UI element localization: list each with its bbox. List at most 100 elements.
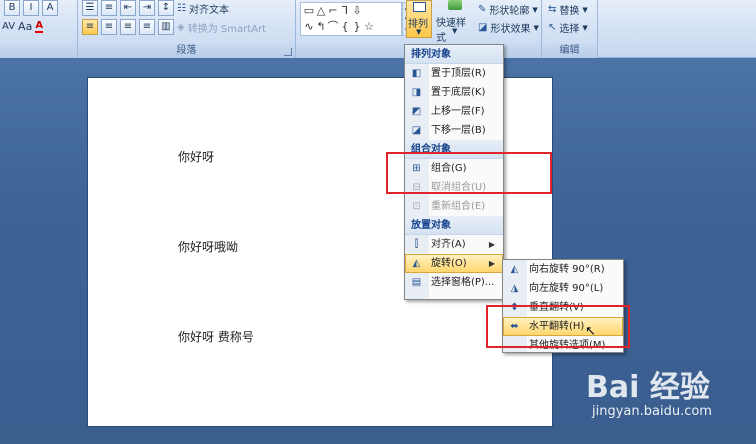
replace-label: 替换 bbox=[559, 6, 580, 17]
change-case-button[interactable]: Aa bbox=[18, 20, 32, 33]
rectangle-shape-icon[interactable]: ▭ bbox=[303, 5, 315, 17]
align-submenu-arrow-icon: ▶ bbox=[488, 240, 495, 249]
shape-outline-label: 形状轮廓 bbox=[489, 6, 530, 17]
font-group: B I A AV Aa A bbox=[0, 0, 78, 58]
paragraph-dialog-launcher[interactable] bbox=[284, 48, 292, 56]
selection-pane-item[interactable]: ▤ 选择窗格(P)... bbox=[405, 273, 503, 292]
bring-to-front-icon: ◧ bbox=[411, 68, 422, 79]
paragraph-group-label: 段落 bbox=[78, 44, 295, 58]
decrease-indent-button[interactable]: ⇤ bbox=[120, 0, 136, 16]
text-box-3[interactable]: 你好呀 费称号 bbox=[178, 328, 254, 345]
rotate-label: 旋转(O) bbox=[431, 258, 467, 269]
regroup-icon: ⊡ bbox=[412, 201, 421, 212]
text-direction-button[interactable]: ↕ bbox=[158, 0, 174, 16]
arc-shape-icon[interactable]: ⌒ bbox=[327, 21, 339, 33]
shape-outline-dropdown-icon: ▼ bbox=[532, 5, 538, 14]
watermark-url: jingyan.baidu.com bbox=[592, 404, 712, 419]
rotate-right-icon: ◭ bbox=[510, 264, 519, 275]
menu-header-position: 放置对象 bbox=[405, 216, 503, 235]
selection-pane-icon: ▤ bbox=[411, 277, 422, 288]
paragraph-row-bottom: ≡ ≡ ≡ ≡ ▥ ◈ 转换为 SmartArt bbox=[82, 19, 266, 35]
rotate-right-label: 向右旋转 90°(R) bbox=[529, 264, 605, 275]
font-a-button[interactable]: A bbox=[42, 0, 58, 16]
left-brace-shape-icon[interactable]: { bbox=[339, 21, 351, 33]
right-brace-shape-icon[interactable]: } bbox=[351, 21, 363, 33]
shape-effects-button[interactable]: ◪ 形状效果 ▼ bbox=[478, 20, 539, 35]
regroup-item[interactable]: ⊡ 重新组合(E) bbox=[405, 197, 503, 216]
shape-outline-button[interactable]: ✎ 形状轮廓 ▼ bbox=[478, 2, 538, 17]
send-backward-icon: ◪ bbox=[411, 125, 422, 136]
send-backward-item[interactable]: ◪ 下移一层(B) bbox=[405, 121, 503, 140]
editing-group-label: 编辑 bbox=[542, 44, 597, 58]
bullets-button[interactable]: ☰ bbox=[82, 0, 98, 16]
quick-styles-dropdown-icon: ▼ bbox=[452, 27, 458, 35]
character-spacing-button[interactable]: AV bbox=[2, 21, 15, 32]
send-to-back-icon: ◨ bbox=[411, 87, 422, 98]
align-item[interactable]: ⫿ 对齐(A) ▶ bbox=[405, 235, 503, 254]
bring-forward-icon: ◩ bbox=[411, 106, 422, 117]
rotate-item[interactable]: ◭ 旋转(O) ▶ bbox=[405, 254, 503, 273]
down-arrow-shape-icon[interactable]: ⇩ bbox=[351, 5, 363, 17]
select-label: 选择 bbox=[559, 24, 580, 35]
text-box-1[interactable]: 你好呀 bbox=[178, 148, 214, 165]
send-to-back-label: 置于底层(K) bbox=[431, 87, 486, 98]
rotate-right-item[interactable]: ◭ 向右旋转 90°(R) bbox=[503, 260, 623, 279]
paragraph-group: ☰ ≡ ⇤ ⇥ ↕ ☷ 对齐文本 ≡ ≡ ≡ ≡ ▥ ◈ 转换为 SmartAr… bbox=[78, 0, 296, 58]
ribbon: B I A AV Aa A ☰ ≡ ⇤ ⇥ ↕ ☷ 对齐文本 ≡ ≡ ≡ ≡ ▥… bbox=[0, 0, 756, 58]
shapes-gallery[interactable]: ▭ △ ⌐ ⅂ ⇩ ∿ ↰ ⌒{} ☆ bbox=[300, 2, 402, 36]
curve-shape-icon[interactable]: ∿ bbox=[303, 21, 315, 33]
align-icon: ⫿ bbox=[414, 239, 419, 250]
replace-button[interactable]: ⇆ 替换 ▼ bbox=[548, 2, 588, 17]
italic-button[interactable]: I bbox=[23, 0, 39, 16]
text-box-2[interactable]: 你好呀哦呦 bbox=[178, 238, 238, 255]
shapes-row-2: ∿ ↰ ⌒{} ☆ bbox=[303, 20, 375, 33]
align-center-button[interactable]: ≡ bbox=[101, 19, 117, 35]
triangle-shape-icon[interactable]: △ bbox=[315, 5, 327, 17]
send-backward-label: 下移一层(B) bbox=[431, 125, 486, 136]
bring-forward-label: 上移一层(F) bbox=[431, 106, 485, 117]
justify-button[interactable]: ≡ bbox=[139, 19, 155, 35]
star-shape-icon[interactable]: ☆ bbox=[363, 21, 375, 33]
arrange-button[interactable]: 排列 ▼ bbox=[406, 0, 432, 38]
bring-to-front-label: 置于顶层(R) bbox=[431, 68, 486, 79]
replace-icon: ⇆ bbox=[548, 4, 557, 15]
elbow-connector-shape-icon[interactable]: ⅂ bbox=[339, 5, 351, 17]
convert-smartart-button[interactable]: 转换为 SmartArt bbox=[188, 20, 266, 35]
increase-indent-button[interactable]: ⇥ bbox=[139, 0, 155, 16]
bold-button[interactable]: B bbox=[4, 0, 20, 16]
quick-styles-icon bbox=[448, 0, 462, 10]
align-left-button[interactable]: ≡ bbox=[82, 19, 98, 35]
font-group-label bbox=[0, 44, 77, 58]
select-button[interactable]: ↖ 选择 ▼ bbox=[548, 20, 588, 35]
arrange-dropdown-icon: ▼ bbox=[416, 28, 422, 36]
baidu-watermark: Bai 经验 jingyan.baidu.com bbox=[578, 362, 748, 434]
rotate-left-icon: ◮ bbox=[510, 283, 519, 294]
editing-group: ⇆ 替换 ▼ ↖ 选择 ▼ 编辑 bbox=[542, 0, 598, 58]
rotate-left-item[interactable]: ◮ 向左旋转 90°(L) bbox=[503, 279, 623, 298]
align-label: 对齐(A) bbox=[431, 239, 466, 250]
bend-shape-icon[interactable]: ↰ bbox=[315, 21, 327, 33]
font-color-button[interactable]: A bbox=[35, 20, 44, 33]
align-text-button[interactable]: 对齐文本 bbox=[189, 1, 229, 16]
send-to-back-item[interactable]: ◨ 置于底层(K) bbox=[405, 83, 503, 102]
pencil-icon: ✎ bbox=[478, 4, 487, 15]
annotation-box-group bbox=[386, 152, 552, 194]
font-row-top: B I A bbox=[4, 0, 58, 16]
numbering-button[interactable]: ≡ bbox=[101, 0, 117, 16]
rotate-left-label: 向左旋转 90°(L) bbox=[529, 283, 604, 294]
paragraph-row-top: ☰ ≡ ⇤ ⇥ ↕ ☷ 对齐文本 bbox=[82, 0, 229, 16]
columns-button[interactable]: ▥ bbox=[158, 19, 174, 35]
font-row-bottom: AV Aa A bbox=[2, 20, 44, 33]
menu-header-order: 排列对象 bbox=[405, 45, 503, 64]
shape-effects-icon: ◪ bbox=[478, 22, 488, 33]
quick-styles-button[interactable]: 快速样式 ▼ bbox=[436, 0, 474, 44]
bring-to-front-item[interactable]: ◧ 置于顶层(R) bbox=[405, 64, 503, 83]
shape-effects-dropdown-icon: ▼ bbox=[533, 23, 539, 32]
smartart-icon: ◈ bbox=[177, 21, 185, 33]
connector-shape-icon[interactable]: ⌐ bbox=[327, 5, 339, 17]
watermark-brand: Bai 经验 bbox=[586, 370, 710, 405]
select-icon: ↖ bbox=[548, 22, 557, 33]
shape-effects-label: 形状效果 bbox=[490, 24, 531, 35]
align-right-button[interactable]: ≡ bbox=[120, 19, 136, 35]
bring-forward-item[interactable]: ◩ 上移一层(F) bbox=[405, 102, 503, 121]
